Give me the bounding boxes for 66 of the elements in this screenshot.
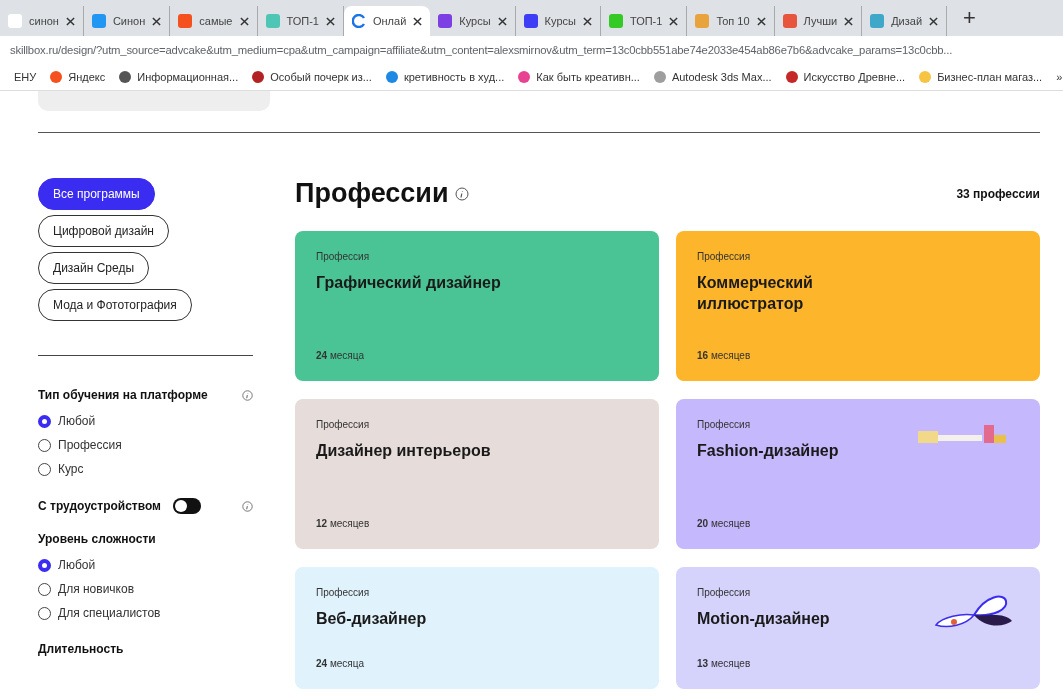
category-chip[interactable]: Дизайн Среды	[38, 252, 150, 284]
course-card[interactable]: Профессия Дизайнер интерьеров 12 месяцев	[295, 399, 659, 549]
close-icon[interactable]	[413, 16, 423, 26]
card-duration: 12 месяцев	[316, 518, 371, 529]
page-title: Профессии	[295, 178, 449, 209]
bookmark[interactable]: Особый почерк из...	[252, 71, 372, 83]
filter-title: С трудоустройством	[38, 499, 161, 513]
course-card[interactable]: Профессия Fashion-дизайнер 20 месяцев	[676, 399, 1040, 549]
card-title: Fashion-дизайнер	[697, 441, 840, 461]
radio-option[interactable]: Любой	[38, 414, 96, 428]
card-label: Профессия	[697, 251, 752, 262]
card-label: Профессия	[697, 587, 752, 598]
course-card[interactable]: Профессия Коммерческий иллюстратор 16 месяцев	[676, 231, 1040, 381]
course-card[interactable]: Профессия Motion-дизайнер 13 месяцев	[676, 567, 1040, 689]
search-field[interactable]	[38, 91, 270, 111]
more-bookmarks-button[interactable]: »	[1056, 71, 1063, 83]
bookmark[interactable]: Искусство Древне...	[785, 71, 906, 83]
new-tab-button[interactable]: +	[957, 5, 982, 31]
card-duration: 24 месяца	[316, 658, 366, 669]
close-icon[interactable]	[756, 16, 766, 26]
card-label: Профессия	[316, 587, 371, 598]
card-duration: 13 месяцев	[697, 658, 752, 669]
close-icon[interactable]	[844, 16, 854, 26]
card-duration: 24 месяца	[316, 350, 366, 361]
filter-title: Тип обучения на платформе	[38, 388, 208, 402]
filter-title: Уровень сложности	[38, 532, 156, 546]
course-card[interactable]: Профессия Веб-дизайнер 24 месяца	[295, 567, 659, 689]
radio-option[interactable]: Любой	[38, 558, 96, 572]
radio-option[interactable]: Курс	[38, 462, 84, 476]
radio-option[interactable]: Для новичков	[38, 582, 135, 596]
close-icon[interactable]	[582, 16, 592, 26]
card-title: Коммерческий иллюстратор	[697, 273, 814, 314]
radio-option[interactable]: Профессия	[38, 438, 122, 452]
close-icon[interactable]	[325, 16, 335, 26]
card-duration: 20 месяцев	[697, 518, 752, 529]
course-card[interactable]: Профессия Графический дизайнер 24 месяца	[295, 231, 659, 381]
bookmark[interactable]: Яндекс	[50, 71, 106, 83]
card-duration: 16 месяцев	[697, 350, 752, 361]
bookmark[interactable]: Как быть креативн...	[518, 71, 640, 83]
close-icon[interactable]	[669, 16, 679, 26]
results-count: 33 профессии	[956, 186, 1040, 201]
close-icon[interactable]	[497, 16, 507, 26]
bookmark[interactable]: Autodesk 3ds Max...	[653, 71, 772, 83]
card-label: Профессия	[316, 419, 371, 430]
info-icon[interactable]	[454, 186, 469, 201]
card-title: Дизайнер интерьеров	[316, 441, 492, 461]
toggle-switch[interactable]	[173, 498, 201, 514]
bookmark[interactable]: Бизнес-план магаз...	[919, 71, 1043, 83]
close-icon[interactable]	[152, 16, 162, 26]
category-chip[interactable]: Все программы	[38, 178, 155, 210]
bookmark[interactable]: кретивность в худ...	[385, 71, 505, 83]
filter-title: Длительность	[38, 642, 124, 656]
radio-option[interactable]: Для специалистов	[38, 606, 161, 620]
card-title: Motion-дизайнер	[697, 609, 831, 629]
close-icon[interactable]	[929, 16, 939, 26]
bookmark[interactable]: Информационная...	[119, 71, 239, 83]
card-label: Профессия	[697, 419, 752, 430]
category-chip[interactable]: Мода и Фототография	[38, 289, 192, 321]
browser-tab[interactable]: Онлай	[343, 6, 431, 36]
card-title: Веб-дизайнер	[316, 609, 428, 629]
card-label: Профессия	[316, 251, 371, 262]
bookmark[interactable]: ЕНУ	[14, 71, 37, 83]
close-icon[interactable]	[65, 16, 75, 26]
category-chip[interactable]: Цифровой дизайн	[38, 215, 169, 247]
close-icon[interactable]	[239, 16, 249, 26]
card-title: Графический дизайнер	[316, 273, 502, 293]
